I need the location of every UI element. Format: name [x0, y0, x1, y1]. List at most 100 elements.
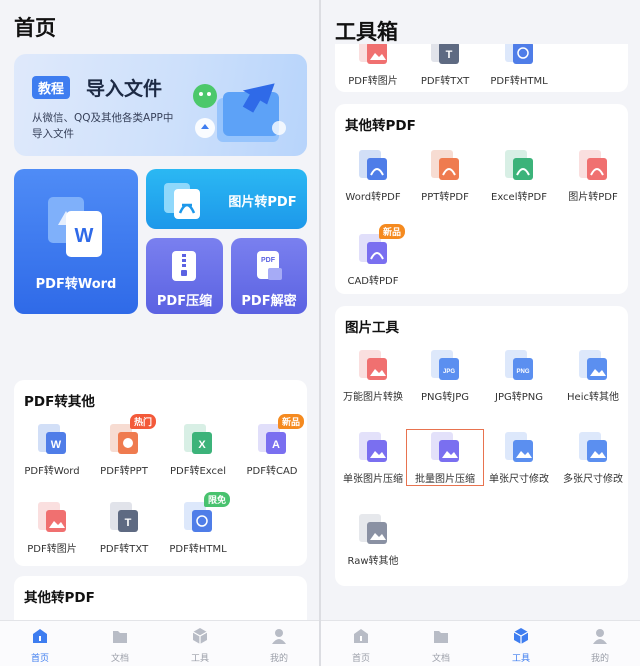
- tool-item[interactable]: 多张尺寸修改: [555, 430, 631, 485]
- tool-label: PDF转Word: [24, 466, 80, 477]
- pdf-compress-card[interactable]: PDF压缩: [146, 238, 223, 314]
- heic-convert-icon: [577, 348, 609, 382]
- tool-label: 批量图片压缩: [415, 474, 475, 485]
- svg-text:X: X: [198, 439, 206, 451]
- bottom-nav: 首页 文档 工具 我的: [321, 620, 640, 666]
- tool-item[interactable]: 新品 CAD转PDF: [335, 224, 411, 287]
- pdf-to-word-icon: W: [36, 422, 68, 456]
- tool-badge: 新品: [379, 224, 406, 239]
- tool-label: PDF转图片: [348, 76, 398, 87]
- tool-item[interactable]: X PDF转Excel: [160, 422, 236, 477]
- tool-item[interactable]: 单张图片压缩: [335, 430, 411, 485]
- pdf-to-word-label: PDF转Word: [35, 277, 117, 292]
- tool-item[interactable]: Heic转其他: [555, 348, 631, 403]
- tool-item[interactable]: 万能图片转换: [335, 348, 411, 403]
- nav-item-home[interactable]: 首页: [341, 627, 381, 664]
- home-icon: [20, 627, 60, 649]
- tool-item[interactable]: PDF转图片: [14, 500, 90, 555]
- pdf-to-word-card[interactable]: W PDF转Word: [14, 169, 138, 314]
- nav-item-tools[interactable]: 工具: [180, 627, 220, 664]
- tool-item[interactable]: Raw转其他: [335, 512, 411, 567]
- tool-item[interactable]: 热门 PDF转PPT: [86, 414, 162, 477]
- tool-label: PNG转JPG: [421, 392, 469, 403]
- tool-label: 单张尺寸修改: [489, 474, 549, 485]
- svg-text:W: W: [75, 225, 94, 247]
- pdf-decrypt-card[interactable]: PDF PDF解密: [231, 238, 307, 314]
- pdf-compress-label: PDF压缩: [156, 294, 213, 309]
- tool-item[interactable]: 图片转PDF: [555, 148, 631, 203]
- nav-label: 首页: [351, 654, 370, 664]
- nav-label: 首页: [30, 654, 49, 664]
- nav-item-tools[interactable]: 工具: [501, 627, 541, 664]
- home-icon: [341, 627, 381, 649]
- nav-label: 我的: [269, 654, 288, 664]
- svg-text:PNG: PNG: [516, 369, 529, 375]
- docs-icon: [100, 627, 140, 649]
- pdf-to-ppt-icon: 热门: [108, 414, 157, 456]
- section-title: 其他转PDF: [345, 118, 416, 134]
- nav-item-home[interactable]: 首页: [20, 627, 60, 664]
- nav-item-docs[interactable]: 文档: [421, 627, 461, 664]
- pdf-to-image-icon: [36, 500, 68, 534]
- ppt-to-pdf-icon: [429, 148, 461, 182]
- svg-text:T: T: [446, 49, 453, 61]
- word-doc-icon: W: [48, 197, 102, 257]
- batch-compress-icon: [429, 430, 461, 464]
- nav-item-profile[interactable]: 我的: [580, 627, 620, 664]
- tool-label: JPG转PNG: [495, 392, 543, 403]
- cad-to-pdf-icon: 新品: [357, 224, 406, 266]
- single-resize-icon: [503, 430, 535, 464]
- toolbox-panel: PDF转图片 T PDF转TXT PDF转HTML 工具箱 其他转PDF Word转P…: [321, 0, 640, 666]
- single-compress-icon: [357, 430, 389, 464]
- pdf-to-excel-icon: X: [182, 422, 214, 456]
- import-file-banner[interactable]: 教程 导入文件 从微信、QQ及其他各类APP中导入文件: [14, 54, 307, 156]
- tool-badge: 限免: [204, 492, 231, 507]
- svg-text:W: W: [51, 439, 62, 451]
- tool-item[interactable]: JPG PNG转JPG: [407, 348, 483, 403]
- png-to-jpg-icon: JPG: [429, 348, 461, 382]
- tool-badge: 热门: [130, 414, 157, 429]
- pdf-to-txt-icon: T: [108, 500, 140, 534]
- tool-label: PDF转TXT: [420, 76, 470, 87]
- tool-label: CAD转PDF: [347, 276, 399, 287]
- jpg-to-png-icon: PNG: [503, 348, 535, 382]
- pdf-decrypt-label: PDF解密: [241, 294, 297, 309]
- banner-subtitle: 从微信、QQ及其他各类APP中导入文件: [32, 112, 174, 140]
- page-title: 工具箱: [335, 20, 398, 44]
- tool-label: PDF转图片: [27, 544, 77, 555]
- tool-item[interactable]: A 新品 PDF转CAD: [234, 414, 310, 477]
- nav-label: 文档: [431, 654, 450, 664]
- tool-item[interactable]: W PDF转Word: [14, 422, 90, 477]
- tool-item[interactable]: PPT转PDF: [407, 148, 483, 203]
- tool-label: Word转PDF: [345, 192, 401, 203]
- tool-item[interactable]: 限免 PDF转HTML: [160, 492, 236, 555]
- tool-item[interactable]: Word转PDF: [335, 148, 411, 203]
- carousel-dots[interactable]: [162, 148, 190, 156]
- nav-item-docs[interactable]: 文档: [100, 627, 140, 664]
- section-title: 图片工具: [345, 320, 399, 336]
- svg-text:A: A: [272, 439, 280, 451]
- bottom-nav: 首页 文档 工具 我的: [0, 620, 319, 666]
- profile-icon: [580, 627, 620, 649]
- unlock-pdf-icon: PDF: [257, 251, 282, 280]
- nav-item-profile[interactable]: 我的: [259, 627, 299, 664]
- banner-heading: 导入文件: [86, 78, 163, 100]
- excel-to-pdf-icon: [503, 148, 535, 182]
- tool-item[interactable]: Excel转PDF: [481, 148, 557, 203]
- section-title: PDF转其他: [24, 394, 95, 410]
- nav-label: 工具: [511, 654, 530, 664]
- tool-item[interactable]: PNG JPG转PNG: [481, 348, 557, 403]
- word-to-pdf-icon: [357, 148, 389, 182]
- raw-convert-icon: [357, 512, 389, 546]
- home-panel: 首页 教程 导入文件 从微信、QQ及其他各类APP中导入文件 W PDF转Wor…: [0, 0, 319, 666]
- tool-label: PDF转HTML: [490, 76, 548, 87]
- svg-text:T: T: [125, 517, 132, 529]
- tool-label: PDF转Excel: [170, 466, 226, 477]
- tool-label: Raw转其他: [347, 556, 399, 567]
- zip-icon: [172, 251, 196, 281]
- tool-item[interactable]: 单张尺寸修改: [481, 430, 557, 485]
- tool-item[interactable]: 批量图片压缩: [406, 429, 484, 486]
- other-to-pdf-section: 其他转PDF Word转PDF PPT转PDF Excel转PDF 图片转PDF 新品 C…: [335, 104, 628, 294]
- image-to-pdf-card[interactable]: 图片转PDF: [146, 169, 307, 229]
- tool-item[interactable]: T PDF转TXT: [86, 500, 162, 555]
